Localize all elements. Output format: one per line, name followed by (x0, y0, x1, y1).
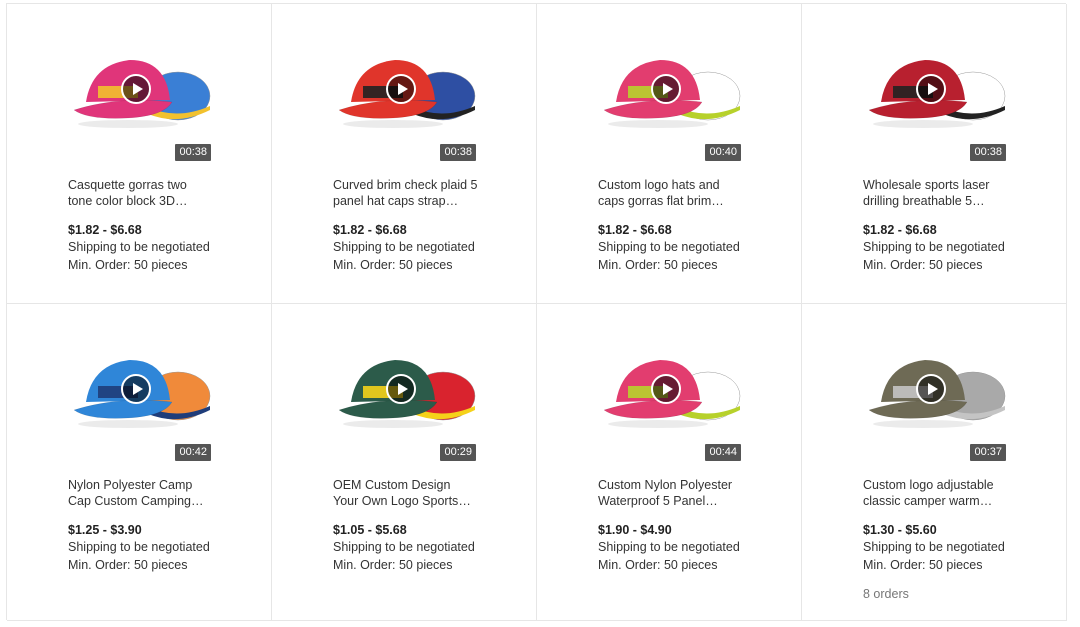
video-duration: 00:29 (440, 444, 476, 461)
play-icon[interactable] (916, 374, 946, 404)
shipping-text: Shipping to be negotiated (68, 240, 210, 254)
product-info: Nylon Polyester Camp Cap Custom Camping…… (68, 477, 213, 574)
shipping-text: Shipping to be negotiated (333, 240, 475, 254)
product-grid: 00:38 Casquette gorras two tone color bl… (6, 3, 1067, 621)
play-icon[interactable] (121, 374, 151, 404)
shipping-text: Shipping to be negotiated (598, 540, 740, 554)
product-info: Wholesale sports laser drilling breathab… (863, 177, 1008, 274)
play-icon[interactable] (916, 74, 946, 104)
product-card[interactable]: 00:38 Casquette gorras two tone color bl… (7, 4, 272, 304)
min-order-text: Min. Order: 50 pieces (598, 558, 718, 572)
product-card[interactable]: 00:37 Custom logo adjustable classic cam… (802, 304, 1067, 621)
product-video-thumbnail[interactable]: 00:37 (863, 336, 1006, 464)
product-video-thumbnail[interactable]: 00:38 (333, 36, 476, 164)
product-title[interactable]: Casquette gorras two tone color block 3D… (68, 177, 213, 209)
product-price: $1.82 - $6.68 (68, 223, 142, 237)
product-video-thumbnail[interactable]: 00:44 (598, 336, 741, 464)
min-order-text: Min. Order: 50 pieces (863, 558, 983, 572)
product-price: $1.82 - $6.68 (333, 223, 407, 237)
product-video-thumbnail[interactable]: 00:38 (68, 36, 211, 164)
product-video-thumbnail[interactable]: 00:40 (598, 36, 741, 164)
product-title[interactable]: OEM Custom Design Your Own Logo Sports C… (333, 477, 478, 509)
product-info: Curved brim check plaid 5 panel hat caps… (333, 177, 478, 274)
play-icon[interactable] (121, 74, 151, 104)
shipping-text: Shipping to be negotiated (863, 540, 1005, 554)
play-icon[interactable] (651, 374, 681, 404)
video-duration: 00:38 (175, 144, 211, 161)
product-price: $1.05 - $5.68 (333, 523, 407, 537)
product-info: Custom logo adjustable classic camper wa… (863, 477, 1008, 602)
video-duration: 00:38 (970, 144, 1006, 161)
product-title[interactable]: Custom logo adjustable classic camper wa… (863, 477, 1008, 509)
product-video-thumbnail[interactable]: 00:38 (863, 36, 1006, 164)
product-card[interactable]: 00:42 Nylon Polyester Camp Cap Custom Ca… (7, 304, 272, 621)
play-icon[interactable] (386, 74, 416, 104)
product-title[interactable]: Nylon Polyester Camp Cap Custom Camping… (68, 477, 213, 509)
min-order-text: Min. Order: 50 pieces (68, 258, 188, 272)
shipping-text: Shipping to be negotiated (68, 540, 210, 554)
product-price: $1.25 - $3.90 (68, 523, 142, 537)
video-duration: 00:37 (970, 444, 1006, 461)
product-card[interactable]: 00:29 OEM Custom Design Your Own Logo Sp… (272, 304, 537, 621)
shipping-text: Shipping to be negotiated (863, 240, 1005, 254)
product-price: $1.82 - $6.68 (598, 223, 672, 237)
video-duration: 00:42 (175, 444, 211, 461)
product-price: $1.30 - $5.60 (863, 523, 937, 537)
shipping-text: Shipping to be negotiated (333, 540, 475, 554)
product-card[interactable]: 00:38 Wholesale sports laser drilling br… (802, 4, 1067, 304)
product-video-thumbnail[interactable]: 00:42 (68, 336, 211, 464)
video-duration: 00:38 (440, 144, 476, 161)
min-order-text: Min. Order: 50 pieces (863, 258, 983, 272)
product-title[interactable]: Curved brim check plaid 5 panel hat caps… (333, 177, 478, 209)
product-video-thumbnail[interactable]: 00:29 (333, 336, 476, 464)
product-title[interactable]: Wholesale sports laser drilling breathab… (863, 177, 1008, 209)
product-info: Custom Nylon Polyester Waterproof 5 Pane… (598, 477, 743, 574)
product-title[interactable]: Custom logo hats and caps gorras flat br… (598, 177, 743, 209)
min-order-text: Min. Order: 50 pieces (333, 558, 453, 572)
video-duration: 00:44 (705, 444, 741, 461)
play-icon[interactable] (651, 74, 681, 104)
product-info: Casquette gorras two tone color block 3D… (68, 177, 213, 274)
video-duration: 00:40 (705, 144, 741, 161)
shipping-text: Shipping to be negotiated (598, 240, 740, 254)
orders-count: 8 orders (863, 587, 909, 601)
product-info: OEM Custom Design Your Own Logo Sports C… (333, 477, 478, 574)
product-card[interactable]: 00:38 Curved brim check plaid 5 panel ha… (272, 4, 537, 304)
min-order-text: Min. Order: 50 pieces (333, 258, 453, 272)
play-icon[interactable] (386, 374, 416, 404)
min-order-text: Min. Order: 50 pieces (598, 258, 718, 272)
product-price: $1.90 - $4.90 (598, 523, 672, 537)
product-card[interactable]: 00:40 Custom logo hats and caps gorras f… (537, 4, 802, 304)
product-card[interactable]: 00:44 Custom Nylon Polyester Waterproof … (537, 304, 802, 621)
product-title[interactable]: Custom Nylon Polyester Waterproof 5 Pane… (598, 477, 743, 509)
product-info: Custom logo hats and caps gorras flat br… (598, 177, 743, 274)
product-price: $1.82 - $6.68 (863, 223, 937, 237)
min-order-text: Min. Order: 50 pieces (68, 558, 188, 572)
